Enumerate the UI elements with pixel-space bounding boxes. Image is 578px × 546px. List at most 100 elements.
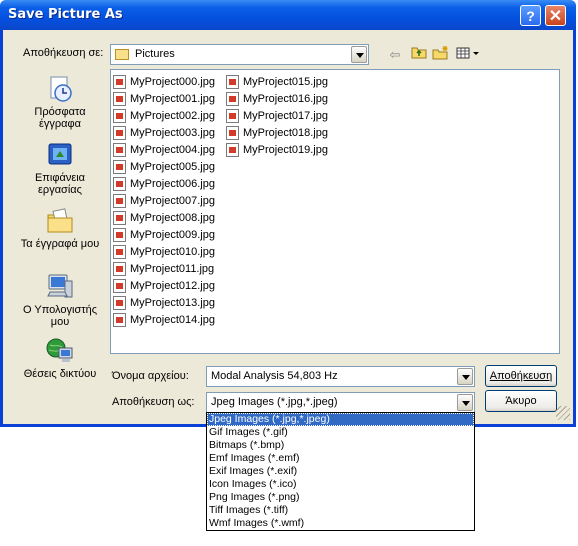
file-name-combo[interactable]: Modal Analysis 54,803 Hz	[206, 366, 475, 387]
file-item[interactable]: MyProject000.jpg	[112, 74, 215, 91]
file-item[interactable]: MyProject017.jpg	[225, 108, 328, 125]
place-recent[interactable]: Πρόσφατα έγγραφα	[18, 74, 102, 130]
dropdown-option[interactable]: Png Images (*.png)	[207, 491, 474, 504]
jpg-file-icon	[113, 211, 126, 225]
chevron-down-icon[interactable]	[351, 46, 367, 63]
place-mydocs[interactable]: Τα έγγραφά μου	[18, 206, 102, 250]
save-in-combo[interactable]: Pictures	[110, 44, 369, 65]
dropdown-option[interactable]: Icon Images (*.ico)	[207, 478, 474, 491]
place-network-label: Θέσεις δικτύου	[23, 368, 97, 380]
jpg-file-icon	[113, 75, 126, 89]
file-name: MyProject019.jpg	[243, 144, 328, 156]
dropdown-option[interactable]: Emf Images (*.emf)	[207, 452, 474, 465]
jpg-file-icon	[113, 143, 126, 157]
place-mydocs-label: Τα έγγραφά μου	[20, 238, 100, 250]
place-recent-label: Πρόσφατα έγγραφα	[34, 106, 86, 130]
jpg-file-icon	[113, 228, 126, 242]
dropdown-option[interactable]: Gif Images (*.gif)	[207, 426, 474, 439]
save-as-type-value: Jpeg Images (*.jpg,*.jpeg)	[211, 396, 338, 408]
place-desktop-label: Επιφάνεια εργασίας	[34, 172, 86, 196]
file-name-label: Όνομα αρχείου:	[112, 370, 189, 382]
jpg-file-icon	[113, 109, 126, 123]
up-one-level-icon[interactable]	[409, 45, 429, 65]
file-list[interactable]: MyProject000.jpg MyProject001.jpg MyProj…	[110, 69, 560, 354]
chevron-down-icon[interactable]	[457, 368, 473, 385]
save-button[interactable]: Αποθήκευση	[485, 365, 557, 387]
file-item[interactable]: MyProject018.jpg	[225, 125, 328, 142]
jpg-file-icon	[113, 160, 126, 174]
resize-grip[interactable]	[556, 406, 570, 420]
file-item[interactable]: MyProject015.jpg	[225, 74, 328, 91]
close-button[interactable]: ✕	[545, 5, 566, 26]
file-name: MyProject001.jpg	[130, 93, 215, 105]
jpg-file-icon	[113, 177, 126, 191]
file-item[interactable]: MyProject016.jpg	[225, 91, 328, 108]
place-mycomputer[interactable]: Ο Υπολογιστής μου	[18, 272, 102, 328]
dropdown-option[interactable]: Wmf Images (*.wmf)	[207, 517, 474, 530]
jpg-file-icon	[226, 143, 239, 157]
file-item[interactable]: MyProject019.jpg	[225, 142, 328, 159]
dropdown-option[interactable]: Bitmaps (*.bmp)	[207, 439, 474, 452]
file-item[interactable]: MyProject013.jpg	[112, 295, 215, 312]
place-network[interactable]: Θέσεις δικτύου	[18, 336, 102, 380]
save-as-type-label: Αποθήκευση ως:	[112, 396, 195, 408]
dropdown-option[interactable]: Exif Images (*.exif)	[207, 465, 474, 478]
file-item[interactable]: MyProject009.jpg	[112, 227, 215, 244]
jpg-file-icon	[226, 126, 239, 140]
jpg-file-icon	[226, 75, 239, 89]
file-name: MyProject013.jpg	[130, 297, 215, 309]
place-desktop[interactable]: Επιφάνεια εργασίας	[18, 140, 102, 196]
place-mycomputer-label: Ο Υπολογιστής μου	[22, 304, 98, 328]
file-name: MyProject007.jpg	[130, 195, 215, 207]
file-name: MyProject015.jpg	[243, 76, 328, 88]
file-name: MyProject002.jpg	[130, 110, 215, 122]
file-item[interactable]: MyProject001.jpg	[112, 91, 215, 108]
network-places-icon	[45, 336, 75, 366]
chevron-down-icon[interactable]	[457, 394, 473, 411]
dropdown-option[interactable]: Tiff Images (*.tiff)	[207, 504, 474, 517]
file-item[interactable]: MyProject011.jpg	[112, 261, 215, 278]
title-bar[interactable]: Save Picture As ? ✕	[0, 0, 576, 30]
new-folder-icon[interactable]	[431, 45, 451, 65]
file-name: MyProject016.jpg	[243, 93, 328, 105]
file-name: MyProject017.jpg	[243, 110, 328, 122]
views-menu-icon[interactable]	[455, 45, 481, 65]
my-computer-icon	[45, 272, 75, 302]
file-name: MyProject003.jpg	[130, 127, 215, 139]
my-documents-icon	[45, 206, 75, 236]
file-item[interactable]: MyProject006.jpg	[112, 176, 215, 193]
folder-icon	[115, 49, 129, 60]
file-name: MyProject018.jpg	[243, 127, 328, 139]
file-name: MyProject000.jpg	[130, 76, 215, 88]
file-item[interactable]: MyProject008.jpg	[112, 210, 215, 227]
help-button[interactable]: ?	[520, 5, 541, 26]
recent-documents-icon	[45, 74, 75, 104]
file-item[interactable]: MyProject007.jpg	[112, 193, 215, 210]
jpg-file-icon	[113, 262, 126, 276]
jpg-file-icon	[113, 279, 126, 293]
file-item[interactable]: MyProject010.jpg	[112, 244, 215, 261]
file-item[interactable]: MyProject012.jpg	[112, 278, 215, 295]
file-name: MyProject005.jpg	[130, 161, 215, 173]
file-item[interactable]: MyProject002.jpg	[112, 108, 215, 125]
file-name: MyProject012.jpg	[130, 280, 215, 292]
cancel-button[interactable]: Άκυρο	[485, 390, 557, 412]
save-as-type-combo[interactable]: Jpeg Images (*.jpg,*.jpeg)	[206, 392, 475, 413]
jpg-file-icon	[113, 245, 126, 259]
jpg-file-icon	[113, 126, 126, 140]
file-item[interactable]: MyProject003.jpg	[112, 125, 215, 142]
file-name: MyProject009.jpg	[130, 229, 215, 241]
jpg-file-icon	[113, 313, 126, 327]
file-column-2: MyProject015.jpg MyProject016.jpg MyProj…	[225, 74, 328, 159]
file-name: MyProject011.jpg	[130, 263, 215, 275]
back-arrow-icon[interactable]: ⇦	[385, 45, 405, 65]
jpg-file-icon	[113, 194, 126, 208]
file-item[interactable]: MyProject014.jpg	[112, 312, 215, 329]
jpg-file-icon	[113, 92, 126, 106]
dropdown-option[interactable]: Jpeg Images (*.jpg,*.jpeg)	[207, 413, 474, 426]
save-as-type-dropdown: Jpeg Images (*.jpg,*.jpeg) Gif Images (*…	[206, 412, 475, 531]
file-item[interactable]: MyProject004.jpg	[112, 142, 215, 159]
file-item[interactable]: MyProject005.jpg	[112, 159, 215, 176]
file-column-1: MyProject000.jpg MyProject001.jpg MyProj…	[112, 74, 215, 329]
dialog-title: Save Picture As	[8, 7, 123, 22]
